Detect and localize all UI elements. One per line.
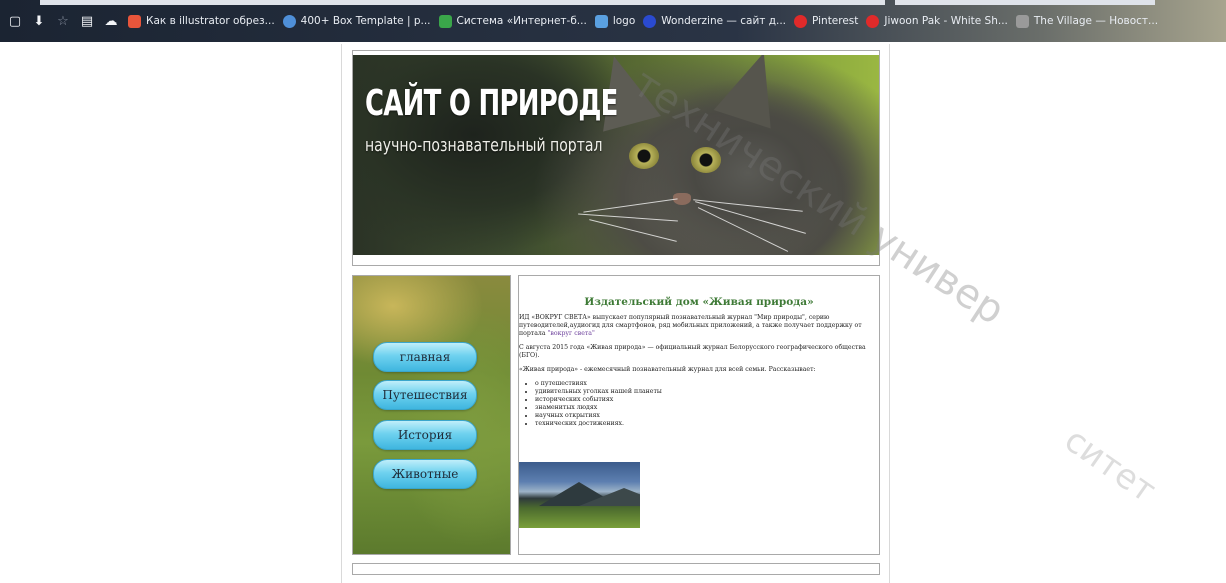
bookmark-label: logo [612,15,636,27]
site-title: САЙТ О ПРИРОДЕ [365,83,618,124]
cat-ear [713,55,793,129]
favicon-icon [438,14,452,28]
paragraph-3: «Живая природа» - ежемесячный познавател… [519,366,816,373]
tab-strip [40,0,885,5]
portal-link[interactable]: "вокруг света" [548,330,595,337]
list-item: научных открытиях [535,412,873,420]
cat-eye [691,147,721,173]
header-box: САЙТ О ПРИРОДЕ научно-познавательный пор… [352,50,880,266]
content-body: ИД «ВОКРУГ СВЕТА» выпускает популярный п… [519,314,873,428]
mountain-shape [579,488,640,506]
download-icon[interactable]: ⬇ [30,12,48,30]
bookmark-label: Pinterest [812,15,859,27]
pinterest-icon [866,14,880,28]
bookmark-0[interactable]: Как в illustrator обрез... [128,14,275,28]
paragraph-2: С августа 2015 года «Живая природа» — оф… [519,344,866,359]
list-item: удивительных уголках нашей планеты [535,388,873,396]
cloud-icon[interactable]: ☁ [102,12,120,30]
window-icon[interactable]: ▢ [6,12,24,30]
bookmark-label: The Village — Новост... [1033,15,1159,27]
whisker [589,219,677,242]
nav-history-button[interactable]: История [373,420,477,450]
topics-list: о путешествиях удивительных уголках наше… [519,380,873,428]
list-item: знаменитых людях [535,404,873,412]
main-content: Издательский дом «Живая природа» ИД «ВОК… [518,275,880,555]
hero-banner: САЙТ О ПРИРОДЕ научно-познавательный пор… [353,55,879,255]
favicon-icon [282,14,296,28]
bookmark-label: Как в illustrator обрез... [146,15,275,27]
pinterest-icon [794,14,808,28]
reader-icon[interactable]: ▤ [78,12,96,30]
favicon-icon [643,14,657,28]
footer-box [352,563,880,575]
nav-travel-button[interactable]: Путешествия [373,380,477,410]
tab-strip-secondary [895,0,1155,5]
bookmark-7[interactable]: The Village — Новост... [1015,14,1159,28]
list-item: о путешествиях [535,380,873,388]
content-heading: Издательский дом «Живая природа» [584,296,814,308]
favicon-icon [1015,14,1029,28]
star-icon[interactable]: ☆ [54,12,72,30]
list-item: исторических событиях [535,396,873,404]
list-item: технических достижениях. [535,420,873,428]
bookmark-3[interactable]: logo [594,14,636,28]
paragraph-1: ИД «ВОКРУГ СВЕТА» выпускает популярный п… [519,314,873,338]
bookmark-label: 400+ Box Template | p... [300,15,431,27]
nav-home-button[interactable]: главная [373,342,477,372]
bookmark-label: Jiwoon Pak - White Sh... [884,15,1008,27]
bookmark-5[interactable]: Pinterest [794,14,859,28]
whisker [697,207,789,252]
whisker [583,198,678,213]
site-subtitle: научно-познавательный портал [365,135,603,156]
watermark: ситет [1057,420,1164,511]
cat-eye [629,143,659,169]
bookmarks-bar: ▢ ⬇ ☆ ▤ ☁ Как в illustrator обрез... 400… [0,0,1226,42]
favicon-icon [594,14,608,28]
bookmark-6[interactable]: Jiwoon Pak - White Sh... [866,14,1008,28]
favicon-icon [128,14,141,28]
nav-animals-button[interactable]: Животные [373,459,477,489]
landscape-image [519,462,640,528]
bookmark-4[interactable]: Wonderzine — сайт д... [643,14,787,28]
bookmark-2[interactable]: Система «Интернет-б... [438,14,587,28]
bookmark-label: Wonderzine — сайт д... [661,15,787,27]
bookmark-label: Система «Интернет-б... [456,15,587,27]
page-frame: САЙТ О ПРИРОДЕ научно-познавательный пор… [341,44,890,583]
bookmark-1[interactable]: 400+ Box Template | p... [282,14,431,28]
sidebar-nav: главная Путешествия История Животные [352,275,511,555]
